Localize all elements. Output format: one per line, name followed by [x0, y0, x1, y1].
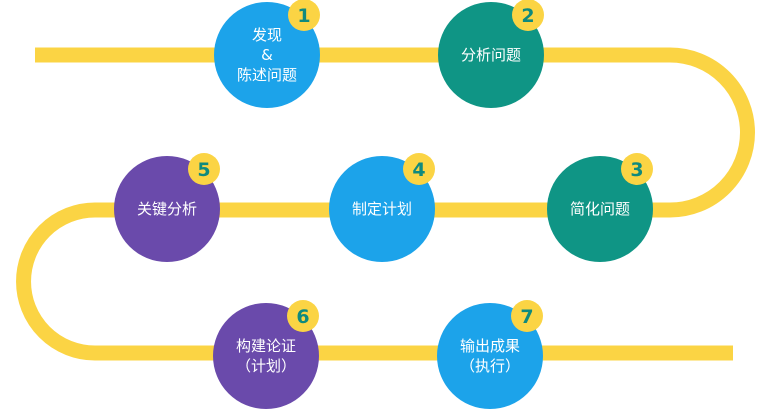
step-number: 2 — [521, 5, 534, 27]
step-label-line: 陈述问题 — [237, 66, 297, 84]
step-node-3: 简化问题 3 — [547, 153, 653, 262]
step-label-line: 构建论证 — [236, 337, 296, 355]
step-number: 3 — [630, 159, 643, 181]
step-number: 4 — [412, 159, 425, 181]
step-label-line: 发现 — [252, 26, 282, 44]
step-label-line: （执行） — [460, 357, 520, 375]
step-label-line: 分析问题 — [461, 46, 521, 64]
process-flow-canvas: 发现 & 陈述问题 1 分析问题 2 简化问题 3 制定计划 4 关键分析 5 构建论证 （计划） 6 输出成… — [16, 0, 755, 409]
step-number: 1 — [297, 5, 310, 27]
step-node-4: 制定计划 4 — [329, 153, 435, 262]
step-number: 7 — [520, 306, 533, 328]
step-label-line: 简化问题 — [570, 200, 630, 218]
process-flow-diagram: 发现 & 陈述问题 1 分析问题 2 简化问题 3 制定计划 4 关键分析 5 构建论证 （计划） 6 输出成… — [0, 0, 769, 410]
step-label-line: 关键分析 — [137, 200, 197, 218]
step-node-5: 关键分析 5 — [114, 153, 220, 262]
step-label-line: 制定计划 — [352, 200, 412, 218]
step-number: 6 — [296, 306, 309, 328]
step-node-7: 输出成果 （执行） 7 — [437, 300, 543, 409]
step-node-2: 分析问题 2 — [438, 0, 544, 108]
step-node-6: 构建论证 （计划） 6 — [213, 300, 319, 409]
step-label-line: 输出成果 — [460, 337, 520, 355]
step-label-line: （计划） — [236, 357, 296, 375]
step-number: 5 — [197, 159, 210, 181]
step-label-line: & — [261, 46, 273, 64]
step-node-1: 发现 & 陈述问题 1 — [214, 0, 320, 108]
